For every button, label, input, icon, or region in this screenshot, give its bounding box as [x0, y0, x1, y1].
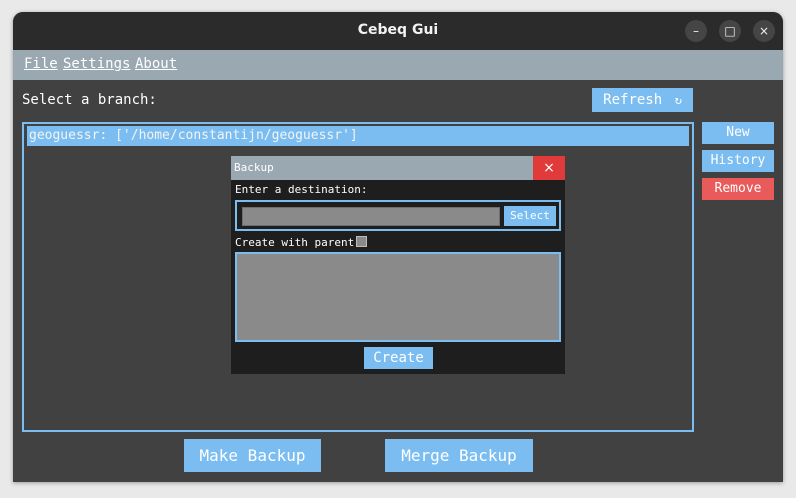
minimize-icon: –	[693, 24, 699, 38]
menu-file[interactable]: File	[24, 56, 58, 72]
minimize-button[interactable]: –	[685, 20, 707, 42]
create-button[interactable]: Create	[364, 347, 433, 369]
make-backup-button[interactable]: Make Backup	[184, 439, 321, 472]
create-with-parent-label: Create with parent:	[235, 236, 361, 249]
output-area	[235, 252, 561, 342]
close-window-button[interactable]: ×	[753, 20, 775, 42]
branch-item[interactable]: geoguessr: ['/home/constantijn/geoguessr…	[27, 126, 689, 146]
maximize-button[interactable]: □	[719, 20, 741, 42]
create-with-parent-checkbox[interactable]	[356, 236, 367, 247]
backup-dialog: Backup × Enter a destination: Select Cre…	[231, 156, 565, 374]
maximize-icon: □	[724, 24, 736, 38]
destination-input[interactable]	[242, 207, 500, 226]
history-button[interactable]: History	[702, 150, 774, 172]
merge-backup-button[interactable]: Merge Backup	[385, 439, 533, 472]
new-button[interactable]: New	[702, 122, 774, 144]
select-button[interactable]: Select	[504, 206, 556, 226]
dialog-close-button[interactable]: ×	[533, 156, 565, 180]
window-title: Cebeq Gui	[357, 22, 439, 38]
destination-frame: Select	[235, 200, 561, 231]
dialog-title[interactable]: Backup	[231, 156, 533, 180]
close-icon: ×	[543, 160, 555, 176]
refresh-icon: ↻	[674, 93, 682, 107]
title-bar[interactable]: Cebeq Gui – □ ×	[13, 12, 783, 50]
remove-button[interactable]: Remove	[702, 178, 774, 200]
menu-about[interactable]: About	[135, 56, 177, 72]
select-branch-label: Select a branch:	[22, 92, 157, 108]
refresh-label: Refresh	[603, 92, 663, 108]
app-window: Cebeq Gui – □ × File Settings About Sele…	[13, 12, 783, 482]
menu-settings[interactable]: Settings	[63, 56, 130, 72]
refresh-button[interactable]: Refresh ↻	[592, 88, 693, 112]
close-icon: ×	[758, 24, 770, 38]
menu-bar: File Settings About	[13, 50, 783, 80]
destination-label: Enter a destination:	[235, 183, 368, 196]
